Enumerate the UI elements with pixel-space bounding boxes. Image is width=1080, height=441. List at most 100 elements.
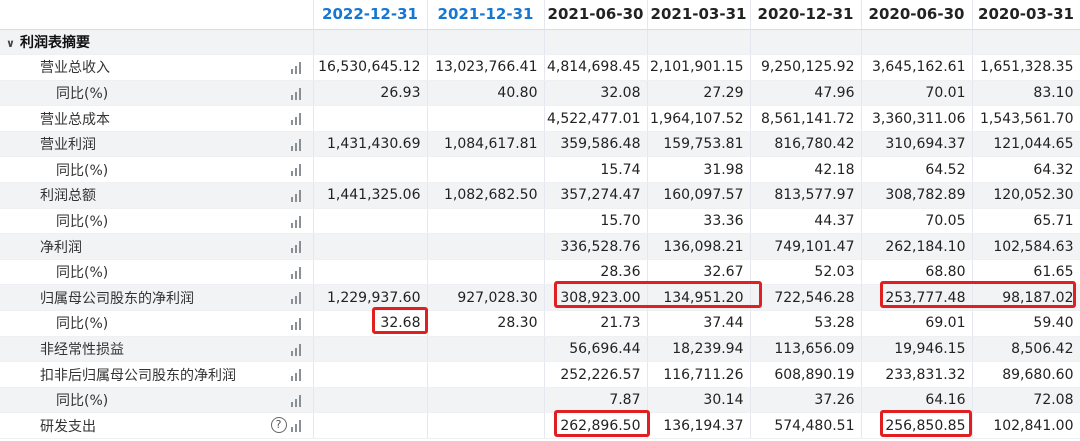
chevron-down-icon[interactable]: ∨ bbox=[6, 37, 16, 50]
value-cell: 42.18 bbox=[750, 156, 862, 184]
table-row[interactable]: 利润总额 1,441,325.06 1,082,682.50 357,274.47 16… bbox=[0, 182, 1080, 209]
table-row[interactable]: 营业利润 1,431,430.69 1,084,617.81 359,586.48 15… bbox=[0, 131, 1080, 158]
value-cell: 308,782.89 bbox=[861, 182, 973, 209]
value-cell: 262,896.50 bbox=[544, 412, 648, 439]
column-header-2020-12-31[interactable]: 2020-12-31 bbox=[750, 0, 862, 30]
column-header-2021-06-30[interactable]: 2021-06-30 bbox=[544, 0, 648, 30]
row-label-cell: 净利润 bbox=[0, 233, 314, 260]
value-cell: 749,101.47 bbox=[750, 233, 862, 260]
value-cell: 59.40 bbox=[972, 310, 1080, 337]
bar-chart-icon[interactable] bbox=[290, 292, 305, 305]
bar-chart-icon[interactable] bbox=[290, 87, 305, 100]
row-label-cell: 同比(%) bbox=[0, 80, 314, 107]
column-header-2021-12-31[interactable]: 2021-12-31 bbox=[427, 0, 545, 30]
value-cell bbox=[313, 336, 428, 363]
bar-chart-icon[interactable] bbox=[290, 343, 305, 356]
value-cell: 262,184.10 bbox=[861, 233, 973, 260]
value-cell: 83.10 bbox=[972, 80, 1080, 107]
row-label-cell: 同比(%) bbox=[0, 259, 314, 286]
value-cell: 15.70 bbox=[544, 208, 648, 235]
value-cell: 159,753.81 bbox=[647, 131, 751, 158]
bar-chart-icon[interactable] bbox=[290, 113, 305, 126]
value-cell bbox=[313, 387, 428, 414]
table-row[interactable]: 归属母公司股东的净利润 1,229,937.60 927,028.30 308,923… bbox=[0, 284, 1080, 312]
bar-chart-icon[interactable] bbox=[290, 62, 305, 75]
value-cell: 28.36 bbox=[544, 259, 648, 286]
table-row[interactable]: 营业总成本 4,522,477.01 1,964,107.52 8,561,141.7… bbox=[0, 105, 1080, 132]
bar-chart-icon[interactable] bbox=[290, 318, 305, 331]
row-label-cell: 同比(%) bbox=[0, 387, 314, 414]
bar-chart-icon[interactable] bbox=[290, 190, 305, 203]
row-label: 同比(%) bbox=[56, 85, 109, 102]
value-cell: 336,528.76 bbox=[544, 233, 648, 260]
value-cell: 18,239.94 bbox=[647, 336, 751, 363]
value-cell: 102,584.63 bbox=[972, 233, 1080, 260]
section-header[interactable]: ∨ 利润表摘要 bbox=[0, 29, 314, 56]
value-cell: 1,431,430.69 bbox=[313, 131, 428, 158]
value-cell: 72.08 bbox=[972, 387, 1080, 414]
row-label: 同比(%) bbox=[56, 213, 109, 230]
column-header-2022-12-31[interactable]: 2022-12-31 bbox=[313, 0, 428, 30]
value-cell: 70.05 bbox=[861, 208, 973, 235]
table-row[interactable]: 同比(%) 15.74 31.98 42.18 64.52 64.32 bbox=[0, 156, 1080, 184]
value-cell: 52.03 bbox=[750, 259, 862, 286]
row-label: 研发支出 bbox=[40, 418, 96, 435]
table-row[interactable]: 净利润 336,528.76 136,098.21 749,101.47 262,184… bbox=[0, 233, 1080, 260]
bar-chart-icon[interactable] bbox=[290, 215, 305, 228]
column-header-2021-03-31[interactable]: 2021-03-31 bbox=[647, 0, 751, 30]
value-cell: 44.37 bbox=[750, 208, 862, 235]
bar-chart-icon[interactable] bbox=[290, 369, 305, 382]
bar-chart-icon[interactable] bbox=[290, 138, 305, 151]
value-cell: 64.52 bbox=[861, 156, 973, 184]
value-cell bbox=[427, 156, 545, 184]
value-cell bbox=[313, 361, 428, 388]
row-label: 营业总收入 bbox=[40, 60, 110, 77]
row-label: 同比(%) bbox=[56, 265, 109, 282]
value-cell: 30.14 bbox=[647, 387, 751, 414]
bar-chart-icon[interactable] bbox=[290, 420, 305, 433]
bar-chart-icon[interactable] bbox=[290, 241, 305, 254]
question-circle-icon[interactable]: ? bbox=[270, 417, 287, 434]
row-label: 营业总成本 bbox=[40, 111, 110, 128]
value-cell: 253,777.48 bbox=[861, 284, 973, 312]
value-cell: 359,586.48 bbox=[544, 131, 648, 158]
value-cell: 9,250,125.92 bbox=[750, 54, 862, 81]
value-cell: 64.32 bbox=[972, 156, 1080, 184]
table-row[interactable]: 同比(%) 7.87 30.14 37.26 64.16 72.08 bbox=[0, 387, 1080, 414]
column-header-2020-06-30[interactable]: 2020-06-30 bbox=[861, 0, 973, 30]
value-cell bbox=[427, 412, 545, 439]
value-cell: 927,028.30 bbox=[427, 284, 545, 312]
row-label-cell: 扣非后归属母公司股东的净利润 bbox=[0, 361, 314, 388]
value-cell: 69.01 bbox=[861, 310, 973, 337]
row-label-cell: 同比(%) bbox=[0, 310, 314, 337]
row-label-cell: 利润总额 bbox=[0, 182, 314, 209]
table-row[interactable]: 非经常性损益 56,696.44 18,239.94 113,656.09 19,946… bbox=[0, 336, 1080, 363]
value-cell: 1,543,561.70 bbox=[972, 105, 1080, 132]
value-cell: 70.01 bbox=[861, 80, 973, 107]
column-header-2020-03-31[interactable]: 2020-03-31 bbox=[972, 0, 1080, 30]
value-cell: 33.36 bbox=[647, 208, 751, 235]
bar-chart-icon[interactable] bbox=[290, 394, 305, 407]
value-cell: 252,226.57 bbox=[544, 361, 648, 388]
table-row[interactable]: 同比(%) 32.68 28.30 21.73 37.44 53.28 69.01 59.40 bbox=[0, 310, 1080, 337]
table-row[interactable]: 扣非后归属母公司股东的净利润 252,226.57 116,711.26 608,89… bbox=[0, 361, 1080, 388]
value-cell: 816,780.42 bbox=[750, 131, 862, 158]
value-cell: 37.44 bbox=[647, 310, 751, 337]
value-cell: 1,082,682.50 bbox=[427, 182, 545, 209]
value-cell: 89,680.60 bbox=[972, 361, 1080, 388]
value-cell: 160,097.57 bbox=[647, 182, 751, 209]
section-row[interactable]: ∨ 利润表摘要 bbox=[0, 29, 1080, 56]
table-row[interactable]: 同比(%) 28.36 32.67 52.03 68.80 61.65 bbox=[0, 259, 1080, 286]
financial-summary-sheet: 2022-12-31 2021-12-31 2021-06-30 2021-03… bbox=[0, 0, 1080, 441]
table-row[interactable]: 同比(%) 15.70 33.36 44.37 70.05 65.71 bbox=[0, 208, 1080, 235]
table-row[interactable]: 营业总收入 16,530,645.12 13,023,766.41 4,814,698… bbox=[0, 54, 1080, 81]
value-cell: 308,923.00 bbox=[544, 284, 648, 312]
bar-chart-icon[interactable] bbox=[290, 266, 305, 279]
table-row[interactable]: 同比(%) 26.93 40.80 32.08 27.29 47.96 70.01 83.10 bbox=[0, 80, 1080, 107]
bar-chart-icon[interactable] bbox=[290, 164, 305, 177]
table-row[interactable]: 研发支出? 262,896.50 136,194.37 574,480.51 256,8… bbox=[0, 412, 1080, 439]
value-cell: 310,694.37 bbox=[861, 131, 973, 158]
value-cell: 98,187.02 bbox=[972, 284, 1080, 312]
row-label: 净利润 bbox=[40, 239, 82, 256]
value-cell bbox=[427, 361, 545, 388]
